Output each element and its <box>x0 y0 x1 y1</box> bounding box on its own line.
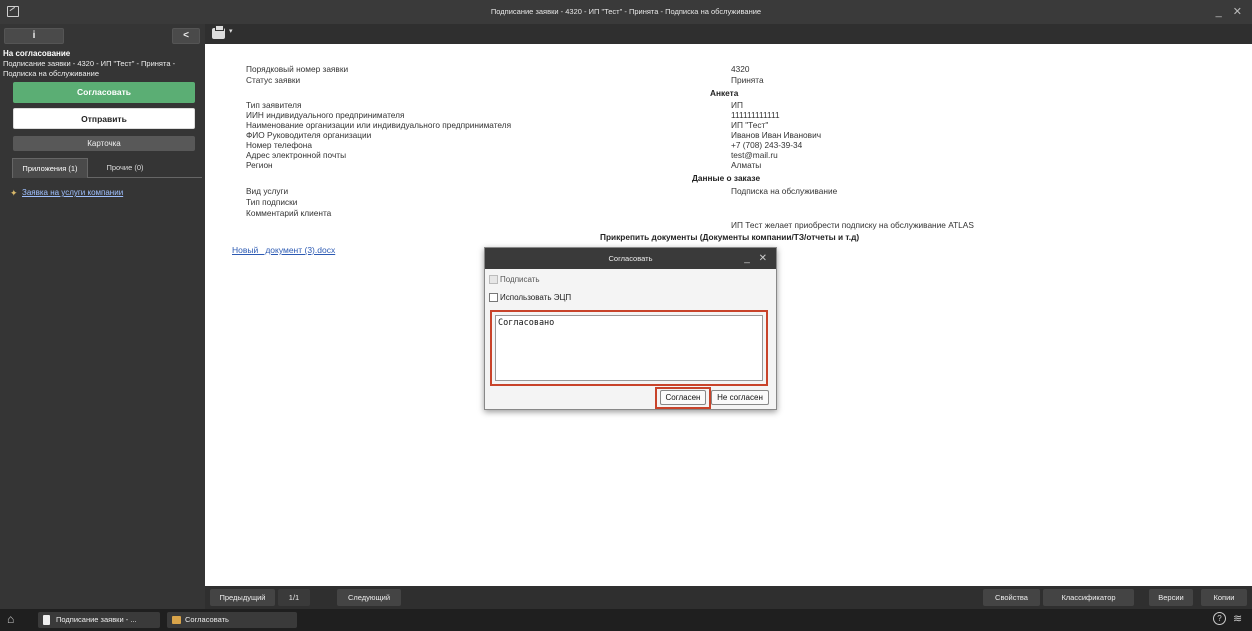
window-controls[interactable]: _ ✕ <box>1216 0 1246 24</box>
previous-button[interactable]: Предыдущий <box>210 589 275 606</box>
field-value: Иванов Иван Иванович <box>731 130 822 140</box>
comment-highlight: Согласовано <box>490 310 768 386</box>
section-heading-order: Данные о заказе <box>692 173 761 183</box>
versions-button[interactable]: Версии <box>1149 589 1193 606</box>
window-titlebar: Подписание заявки - 4320 - ИП "Тест" - П… <box>0 0 1252 24</box>
page-indicator: 1/1 <box>278 589 310 606</box>
dialog-controls[interactable]: _ ✕ <box>744 248 770 269</box>
properties-button[interactable]: Свойства <box>983 589 1040 606</box>
attachment-icon: ✦ <box>10 188 18 198</box>
field-value: ИП <box>731 100 743 110</box>
home-icon[interactable]: ⌂ <box>7 613 19 625</box>
agree-button[interactable]: Согласен <box>660 390 706 405</box>
field-label: Адрес электронной почты <box>246 150 347 160</box>
collapse-button[interactable]: < <box>172 28 200 44</box>
field-label: Статус заявки <box>246 75 301 85</box>
tab-attachments[interactable]: Приложения (1) <box>12 158 88 178</box>
sign-label: Подписать <box>500 275 540 284</box>
section-heading-docs: Прикрепить документы (Документы компании… <box>600 232 860 242</box>
taskbar-item-label: Согласовать <box>185 615 229 624</box>
eds-checkbox[interactable] <box>489 293 498 302</box>
attachment-link[interactable]: Заявка на услуги компании <box>22 188 123 197</box>
classifier-button[interactable]: Классификатор <box>1043 589 1134 606</box>
field-label: ФИО Руководителя организации <box>246 130 372 140</box>
field-value: 111111111111 <box>731 110 780 120</box>
tab-other[interactable]: Прочие (0) <box>90 158 160 178</box>
send-button[interactable]: Отправить <box>13 108 195 129</box>
help-icon[interactable]: ? <box>1213 612 1226 625</box>
field-label: Порядковый номер заявки <box>246 64 349 74</box>
document-link[interactable]: Новый_ документ (3).docx <box>232 245 335 255</box>
field-value: ИП "Тест" <box>731 120 769 130</box>
taskbar-item-document[interactable]: Подписание заявки - ... <box>38 612 160 628</box>
field-label: Тип заявителя <box>246 100 302 110</box>
field-label: Номер телефона <box>246 140 312 150</box>
field-label: Комментарий клиента <box>246 208 332 218</box>
dialog-title: Согласовать <box>485 248 776 269</box>
status-title: На согласование <box>3 49 71 58</box>
wifi-icon: ≋ <box>1233 613 1243 625</box>
next-button[interactable]: Следующий <box>337 589 401 606</box>
eds-label: Использовать ЭЦП <box>500 293 572 302</box>
field-value: +7 (708) 243-39-34 <box>731 140 803 150</box>
approve-button[interactable]: Согласовать <box>13 82 195 103</box>
card-button[interactable]: Карточка <box>13 136 195 151</box>
chevron-down-icon[interactable]: ▾ <box>229 27 233 35</box>
disagree-button[interactable]: Не согласен <box>711 390 769 405</box>
field-label: Вид услуги <box>246 186 289 196</box>
field-value: 4320 <box>731 64 750 74</box>
bottom-navigation: Предыдущий 1/1 Следующий Свойства Класси… <box>205 586 1252 609</box>
taskbar-item-dialog[interactable]: Согласовать <box>167 612 297 628</box>
field-value: test@mail.ru <box>731 150 778 160</box>
document-toolbar: ▾ <box>205 24 1252 44</box>
field-value: Принята <box>731 75 764 85</box>
field-label: Тип подписки <box>246 197 298 207</box>
sidebar: i < На согласование Подписание заявки - … <box>0 24 205 609</box>
sign-checkbox[interactable] <box>489 275 498 284</box>
field-value: ИП Тест желает приобрести подписку на об… <box>731 220 974 230</box>
attachments-tabs: Приложения (1) Прочие (0) <box>12 158 202 178</box>
window-title: Подписание заявки - 4320 - ИП "Тест" - П… <box>490 7 762 16</box>
approve-dialog: Согласовать _ ✕ Подписать Использовать Э… <box>484 247 777 410</box>
field-label: ИИН индивидуального предпринимателя <box>246 110 405 120</box>
copies-button[interactable]: Копии <box>1201 589 1247 606</box>
print-icon[interactable] <box>212 25 225 39</box>
taskbar-item-label: Подписание заявки - ... <box>56 615 137 624</box>
info-button[interactable]: i <box>4 28 64 44</box>
status-subtitle: Подписание заявки - 4320 - ИП "Тест" - П… <box>3 59 176 78</box>
field-label: Регион <box>246 160 273 170</box>
taskbar: ⌂ Подписание заявки - ... Согласовать ? … <box>0 609 1252 631</box>
field-value: Алматы <box>731 160 762 170</box>
briefcase-icon <box>172 616 181 624</box>
section-heading-anketa: Анкета <box>710 88 739 98</box>
document-icon <box>43 615 50 625</box>
field-label: Наименование организации или индивидуаль… <box>246 120 512 130</box>
field-value: Подписка на обслуживание <box>731 186 838 196</box>
sidebar-topbar: i < <box>4 28 201 44</box>
comment-field[interactable]: Согласовано <box>495 315 763 381</box>
